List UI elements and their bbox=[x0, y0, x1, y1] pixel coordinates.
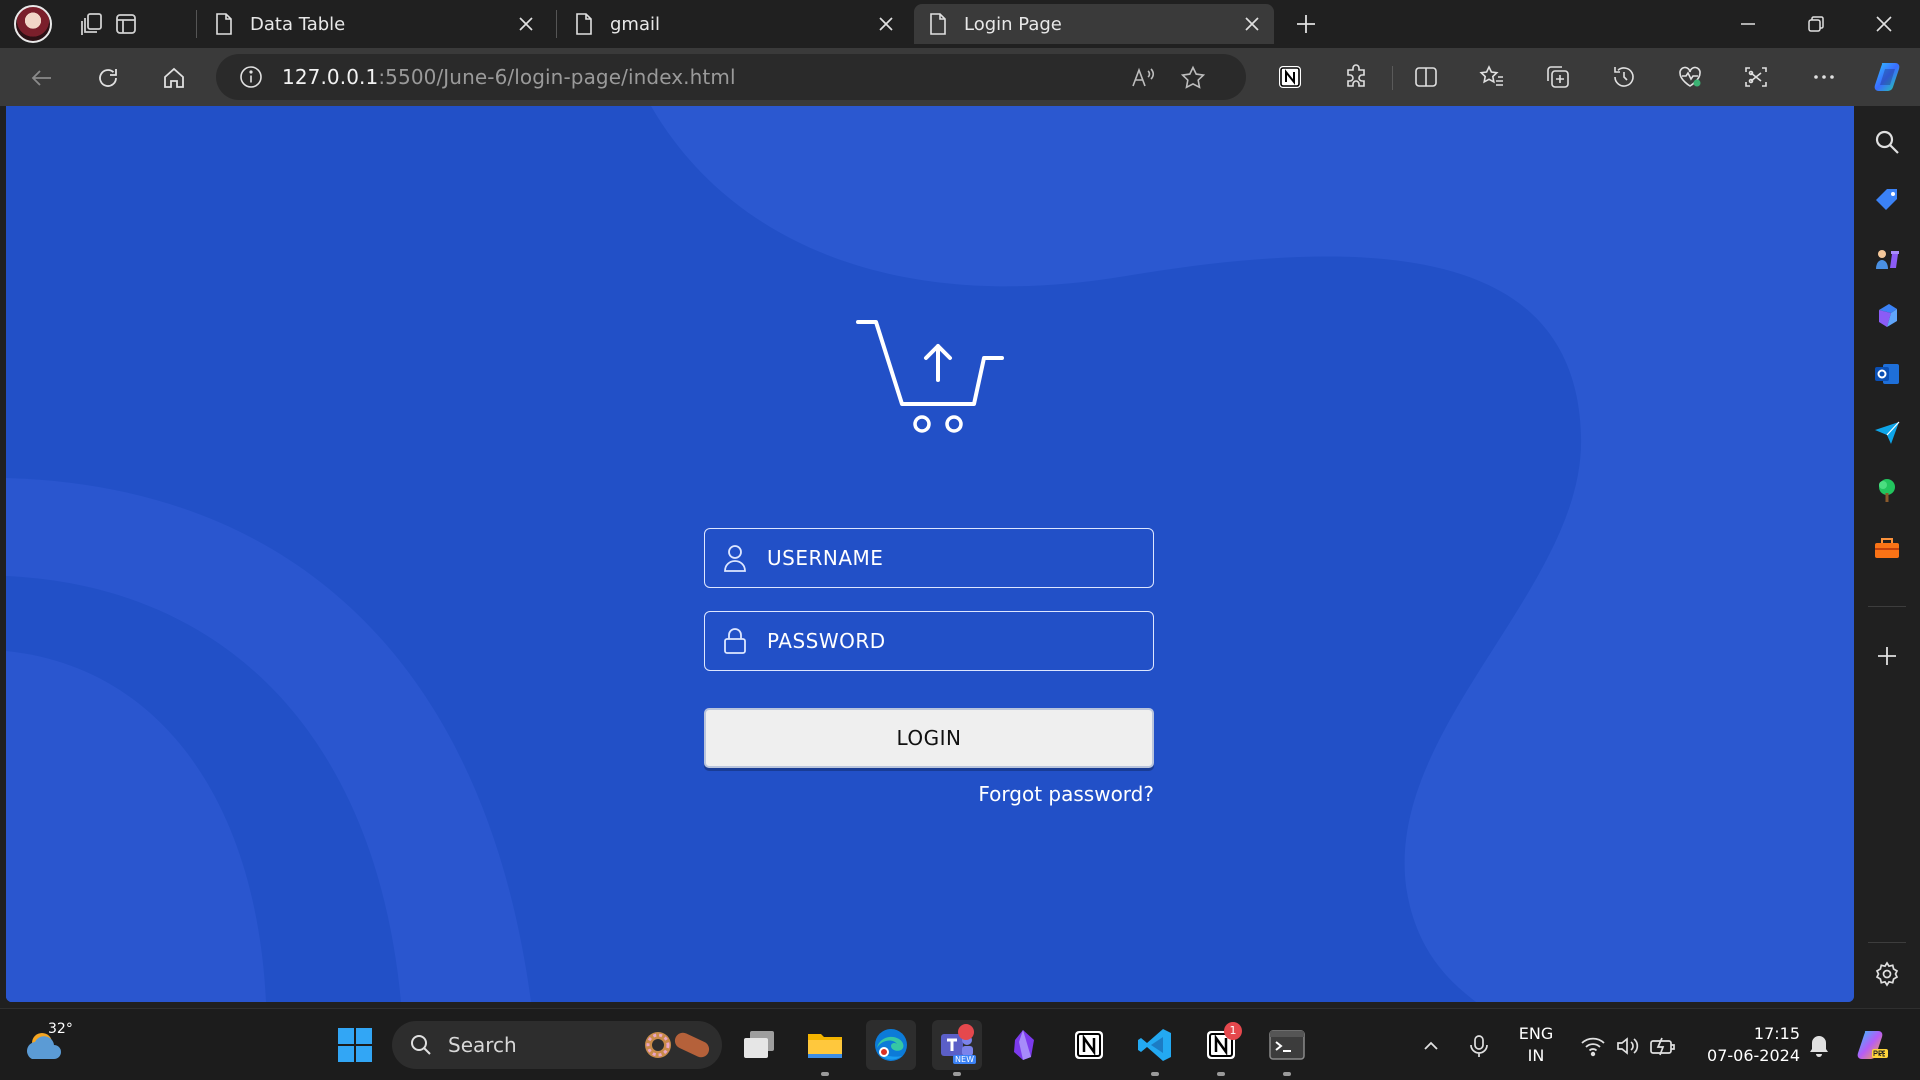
clock-time: 17:15 bbox=[1753, 1024, 1800, 1043]
notion-badge: 1 bbox=[1224, 1022, 1242, 1040]
password-input[interactable] bbox=[767, 629, 1137, 653]
forgot-password-link[interactable]: Forgot password? bbox=[906, 782, 1154, 806]
teams-new-label: NEW bbox=[953, 1055, 976, 1064]
title-bar: Data Table gmail Login Page bbox=[0, 0, 1920, 48]
copilot-icon[interactable] bbox=[1870, 58, 1908, 96]
send-icon[interactable] bbox=[1871, 416, 1903, 448]
restore-button[interactable] bbox=[1796, 8, 1836, 40]
teams-icon[interactable]: NEW bbox=[932, 1020, 982, 1076]
site-info-icon[interactable] bbox=[238, 64, 264, 90]
copilot-taskbar-icon[interactable] bbox=[1852, 1025, 1892, 1065]
edge-sidebar bbox=[1854, 106, 1920, 1008]
home-button[interactable] bbox=[156, 60, 192, 96]
clock[interactable]: 17:15 07-06-2024 bbox=[1690, 1023, 1800, 1067]
tab-gmail[interactable]: gmail bbox=[560, 4, 908, 44]
volume-icon[interactable] bbox=[1612, 1031, 1642, 1061]
extensions-icon[interactable] bbox=[1340, 61, 1372, 93]
read-aloud-icon[interactable] bbox=[1128, 63, 1158, 93]
terminal-icon[interactable] bbox=[1262, 1020, 1312, 1076]
toolbox-icon[interactable] bbox=[1871, 532, 1903, 564]
language-indicator[interactable]: ENG IN bbox=[1512, 1023, 1560, 1067]
games-icon[interactable] bbox=[1871, 242, 1903, 274]
region-code: IN bbox=[1527, 1046, 1545, 1065]
profile-avatar[interactable] bbox=[14, 5, 52, 43]
clock-date: 07-06-2024 bbox=[1707, 1046, 1800, 1065]
task-view-icon[interactable] bbox=[734, 1020, 784, 1070]
username-input[interactable] bbox=[767, 546, 1137, 570]
notification-bell-icon[interactable] bbox=[1804, 1031, 1834, 1061]
back-button[interactable] bbox=[24, 60, 60, 96]
vscode-icon[interactable] bbox=[1130, 1020, 1180, 1076]
wifi-icon[interactable] bbox=[1578, 1031, 1608, 1061]
tab-title: Login Page bbox=[964, 13, 1062, 35]
battery-charging-icon[interactable] bbox=[1648, 1031, 1678, 1061]
page-icon bbox=[928, 13, 948, 35]
collections-icon[interactable] bbox=[1542, 61, 1574, 93]
username-field[interactable] bbox=[704, 528, 1154, 588]
url-text[interactable]: 127.0.0.1:5500/June-6/login-page/index.h… bbox=[282, 65, 736, 89]
favorite-star-icon[interactable] bbox=[1178, 63, 1208, 93]
sidebar-separator bbox=[1868, 942, 1906, 943]
taskbar-search-box[interactable]: Search bbox=[392, 1021, 722, 1069]
close-tab-icon[interactable] bbox=[1240, 12, 1264, 36]
url-path: :5500/June-6/login-page/index.html bbox=[378, 65, 736, 89]
toolbar-separator bbox=[1392, 66, 1393, 90]
windows-taskbar: 32° Search NEW 1 ENG IN 17:15 07-06-2024 bbox=[0, 1008, 1920, 1080]
edge-browser-icon[interactable] bbox=[866, 1020, 916, 1070]
close-window-button[interactable] bbox=[1864, 8, 1904, 40]
tree-icon[interactable] bbox=[1871, 474, 1903, 506]
favorites-icon[interactable] bbox=[1476, 61, 1508, 93]
lock-icon bbox=[721, 626, 749, 656]
notion-icon[interactable] bbox=[1064, 1020, 1114, 1070]
login-button[interactable]: LOGIN bbox=[704, 708, 1154, 768]
new-tab-button[interactable] bbox=[1290, 8, 1322, 40]
copilot-sidebar-icon[interactable] bbox=[1871, 300, 1903, 332]
tab-title: gmail bbox=[610, 13, 660, 35]
tab-title: Data Table bbox=[250, 13, 346, 35]
add-icon[interactable] bbox=[1871, 640, 1903, 672]
page-icon bbox=[574, 13, 594, 35]
search-icon[interactable] bbox=[1871, 126, 1903, 158]
vertical-tabs-icon[interactable] bbox=[110, 8, 142, 40]
settings-gear-icon[interactable] bbox=[1871, 958, 1903, 990]
tab-login-page[interactable]: Login Page bbox=[914, 4, 1274, 44]
workspaces-icon[interactable] bbox=[76, 8, 108, 40]
screenshot-icon[interactable] bbox=[1740, 61, 1772, 93]
weather-temperature: 32° bbox=[48, 1021, 73, 1037]
tab-data-table[interactable]: Data Table bbox=[200, 4, 548, 44]
password-field[interactable] bbox=[704, 611, 1154, 671]
taskbar-search-label: Search bbox=[448, 1033, 517, 1057]
close-tab-icon[interactable] bbox=[874, 12, 898, 36]
refresh-button[interactable] bbox=[90, 60, 126, 96]
url-host: 127.0.0.1 bbox=[282, 65, 379, 89]
close-tab-icon[interactable] bbox=[514, 12, 538, 36]
address-bar[interactable]: 127.0.0.1:5500/June-6/login-page/index.h… bbox=[216, 54, 1246, 100]
more-menu-icon[interactable] bbox=[1808, 61, 1840, 93]
sidebar-separator bbox=[1868, 606, 1906, 607]
start-button[interactable] bbox=[330, 1020, 380, 1070]
chevron-up-icon[interactable] bbox=[1416, 1031, 1446, 1061]
search-highlight-icon bbox=[645, 1032, 710, 1058]
file-explorer-icon[interactable] bbox=[800, 1020, 850, 1076]
language-code: ENG bbox=[1518, 1024, 1554, 1043]
login-page: LOGIN Forgot password? bbox=[6, 106, 1854, 1002]
split-screen-icon[interactable] bbox=[1410, 61, 1442, 93]
page-icon bbox=[214, 13, 234, 35]
microphone-icon[interactable] bbox=[1464, 1031, 1494, 1061]
outlook-icon[interactable] bbox=[1871, 358, 1903, 390]
obsidian-icon[interactable] bbox=[998, 1020, 1048, 1070]
notion-extension-icon[interactable] bbox=[1274, 61, 1306, 93]
minimize-button[interactable] bbox=[1728, 8, 1768, 40]
browser-toolbar: 127.0.0.1:5500/June-6/login-page/index.h… bbox=[0, 48, 1920, 106]
tab-separator bbox=[556, 10, 557, 38]
notion-calendar-icon[interactable]: 1 bbox=[1196, 1020, 1246, 1076]
history-icon[interactable] bbox=[1608, 61, 1640, 93]
notification-badge bbox=[958, 1024, 974, 1040]
user-icon bbox=[721, 543, 749, 573]
tab-separator bbox=[196, 10, 197, 38]
cart-logo-icon bbox=[856, 320, 1004, 433]
search-icon bbox=[408, 1032, 434, 1058]
browser-essentials-icon[interactable] bbox=[1674, 61, 1706, 93]
shopping-tag-icon[interactable] bbox=[1871, 184, 1903, 216]
